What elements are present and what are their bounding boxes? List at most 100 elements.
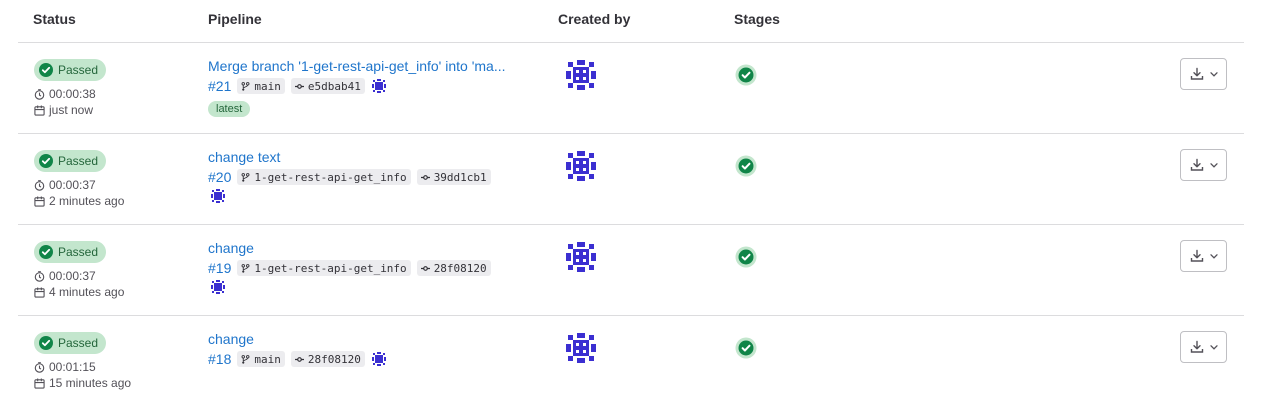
duration-value: 00:01:15 (49, 360, 96, 374)
stage-success-icon[interactable] (735, 337, 757, 359)
avatar-icon[interactable] (371, 351, 387, 367)
branch-name: main (254, 352, 281, 366)
pipeline-refs: #20 1-get-rest-api-get_info 39dd1cb1 (208, 169, 491, 185)
duration: 00:00:37 (34, 178, 96, 192)
status-badge[interactable]: Passed (34, 150, 107, 172)
commit-ref[interactable]: 28f08120 (290, 351, 365, 367)
check-circle-icon (39, 154, 53, 168)
clock-icon (34, 270, 45, 282)
finished-time: 4 minutes ago (34, 285, 124, 299)
creator-avatar[interactable] (564, 149, 598, 183)
commit-icon (294, 356, 304, 362)
status-label: Passed (58, 245, 99, 259)
pipeline-refs: #21 main e5dbab41 (208, 78, 387, 94)
calendar-icon (34, 104, 45, 116)
download-artifacts-button[interactable] (1180, 331, 1227, 363)
finished-value: 2 minutes ago (49, 194, 125, 208)
creator-avatar[interactable] (564, 331, 598, 365)
check-circle-icon (39, 245, 53, 259)
branch-name: main (254, 79, 281, 93)
download-artifacts-button[interactable] (1180, 240, 1227, 272)
creator-avatar[interactable] (564, 58, 598, 92)
status-label: Passed (58, 154, 99, 168)
commit-sha: 28f08120 (307, 352, 361, 366)
header-status: Status (33, 11, 76, 27)
commit-sha: 28f08120 (433, 261, 487, 275)
branch-ref[interactable]: main (237, 351, 285, 367)
stage-success-icon[interactable] (735, 246, 757, 268)
clock-icon (34, 88, 45, 100)
check-circle-icon (39, 63, 53, 77)
pipeline-id-link[interactable]: #18 (208, 351, 231, 367)
status-badge[interactable]: Passed (34, 59, 107, 81)
pipeline-refs: #18 main 28f08120 (208, 351, 387, 367)
commit-sha: e5dbab41 (307, 79, 361, 93)
header-stages: Stages (734, 11, 780, 27)
finished-value: 15 minutes ago (49, 376, 132, 390)
branch-ref[interactable]: 1-get-rest-api-get_info (237, 260, 411, 276)
chevron-down-icon (1209, 345, 1218, 350)
finished-time: 15 minutes ago (34, 376, 131, 390)
commit-ref[interactable]: 39dd1cb1 (416, 169, 491, 185)
avatar-icon[interactable] (210, 279, 226, 295)
table-row: Passed 00:01:15 15 minutes ago change #1… (18, 316, 1244, 407)
finished-time: just now (34, 103, 93, 117)
branch-icon (241, 354, 250, 364)
commit-icon (294, 83, 304, 89)
commit-ref[interactable]: 28f08120 (416, 260, 491, 276)
calendar-icon (34, 377, 45, 389)
status-badge[interactable]: Passed (34, 332, 107, 354)
stage-success-icon[interactable] (735, 155, 757, 177)
clock-icon (34, 361, 45, 373)
duration-value: 00:00:38 (49, 87, 96, 101)
calendar-icon (34, 286, 45, 298)
branch-ref[interactable]: 1-get-rest-api-get_info (237, 169, 411, 185)
status-badge[interactable]: Passed (34, 241, 107, 263)
commit-ref[interactable]: e5dbab41 (290, 78, 365, 94)
finished-value: 4 minutes ago (49, 285, 125, 299)
avatar-icon[interactable] (371, 78, 387, 94)
branch-ref[interactable]: main (237, 78, 285, 94)
branch-icon (241, 81, 250, 91)
pipeline-title-link[interactable]: change (208, 331, 254, 347)
pipeline-id-link[interactable]: #20 (208, 169, 231, 185)
latest-badge: latest (208, 101, 251, 117)
table-row: Passed 00:00:38 just now Merge branch '1… (18, 43, 1244, 134)
download-artifacts-button[interactable] (1180, 58, 1227, 90)
pipeline-title-link[interactable]: Merge branch '1-get-rest-api-get_info' i… (208, 58, 506, 74)
chevron-down-icon (1209, 163, 1218, 168)
commit-icon (420, 174, 430, 180)
chevron-down-icon (1209, 72, 1218, 77)
header-created-by: Created by (558, 11, 631, 27)
status-label: Passed (58, 336, 99, 350)
commit-sha: 39dd1cb1 (433, 170, 487, 184)
pipelines-table: Status Pipeline Created by Stages Passed… (18, 0, 1244, 407)
branch-name: 1-get-rest-api-get_info (254, 261, 407, 275)
chevron-down-icon (1209, 254, 1218, 259)
avatar-icon[interactable] (210, 188, 226, 204)
calendar-icon (34, 195, 45, 207)
pipeline-title-link[interactable]: change (208, 240, 254, 256)
table-row: Passed 00:00:37 4 minutes ago change #19… (18, 225, 1244, 316)
duration-value: 00:00:37 (49, 269, 96, 283)
download-icon (1190, 340, 1203, 353)
clock-icon (34, 179, 45, 191)
commit-icon (420, 265, 430, 271)
table-header: Status Pipeline Created by Stages (18, 0, 1244, 43)
header-pipeline: Pipeline (208, 11, 262, 27)
table-row: Passed 00:00:37 2 minutes ago change tex… (18, 134, 1244, 225)
pipeline-id-link[interactable]: #19 (208, 260, 231, 276)
duration-value: 00:00:37 (49, 178, 96, 192)
download-icon (1190, 249, 1203, 262)
download-icon (1190, 67, 1203, 80)
download-artifacts-button[interactable] (1180, 149, 1227, 181)
duration: 00:00:37 (34, 269, 96, 283)
pipeline-refs: #19 1-get-rest-api-get_info 28f08120 (208, 260, 491, 276)
status-label: Passed (58, 63, 99, 77)
branch-name: 1-get-rest-api-get_info (254, 170, 407, 184)
pipeline-title-link[interactable]: change text (208, 149, 280, 165)
stage-success-icon[interactable] (735, 64, 757, 86)
download-icon (1190, 158, 1203, 171)
creator-avatar[interactable] (564, 240, 598, 274)
pipeline-id-link[interactable]: #21 (208, 78, 231, 94)
